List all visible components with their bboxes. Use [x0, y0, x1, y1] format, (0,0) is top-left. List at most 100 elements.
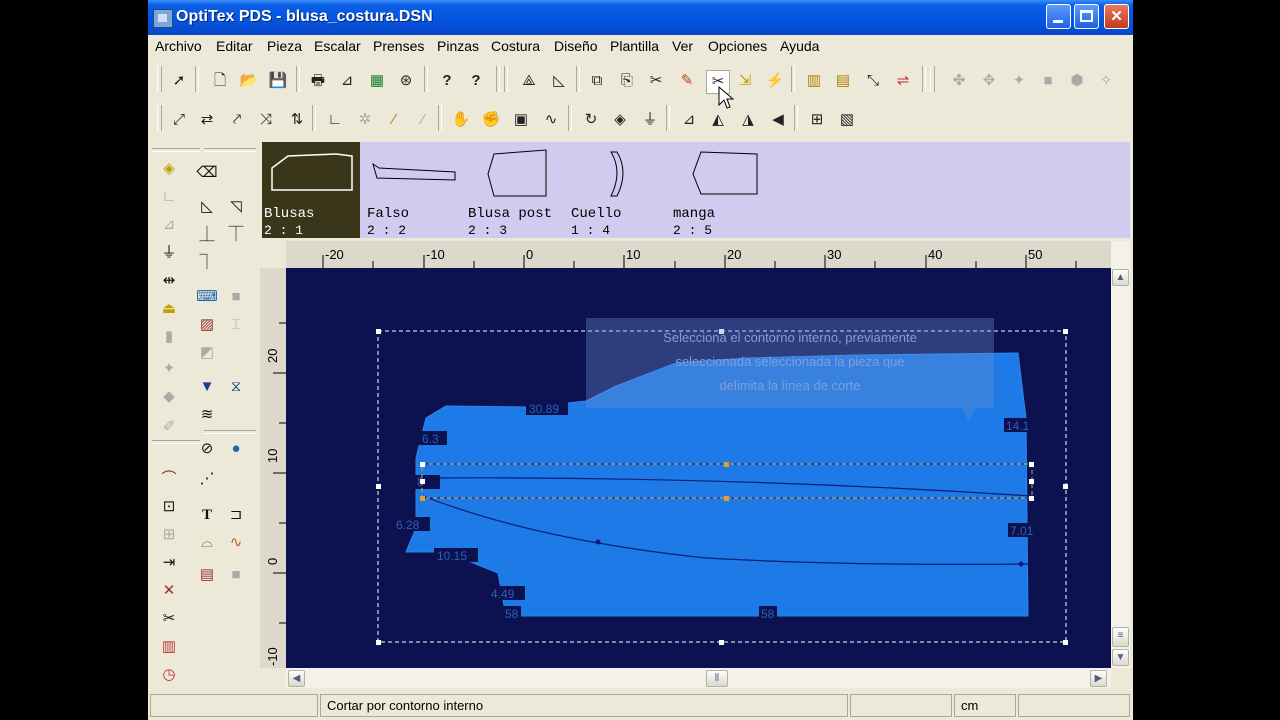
move-point-icon[interactable]: ⤢: [168, 109, 190, 131]
grade-icon[interactable]: ⊡: [158, 496, 180, 518]
pan-hand-icon[interactable]: ✋: [450, 109, 472, 131]
menu-editar[interactable]: Editar: [216, 38, 253, 54]
graded-icon[interactable]: ▥: [803, 70, 825, 92]
split-v-icon[interactable]: ⏊: [196, 224, 218, 246]
scroll-left-arrow-icon[interactable]: ◀: [288, 670, 305, 687]
line-icon[interactable]: ⋰: [196, 468, 218, 490]
scroll-up-arrow-icon[interactable]: ▲: [1112, 269, 1129, 286]
branch-icon[interactable]: ⏋: [196, 252, 218, 274]
angle-icon[interactable]: ∟: [324, 109, 346, 131]
button-icon[interactable]: ●: [225, 438, 247, 460]
compass-icon[interactable]: ⊘: [196, 438, 218, 460]
fabric-icon[interactable]: ▤: [196, 564, 218, 586]
mirror-h-icon[interactable]: ⊿: [678, 109, 700, 131]
properties-icon[interactable]: ⊛: [395, 70, 417, 92]
piece-frame-icon[interactable]: ▧: [836, 109, 858, 131]
cursor-icon[interactable]: ➚: [168, 70, 190, 92]
menu-plantilla[interactable]: Plantilla: [610, 38, 659, 54]
selection-handle[interactable]: [1063, 640, 1068, 645]
minimize-button[interactable]: [1046, 4, 1071, 29]
selection-handle[interactable]: [724, 462, 729, 467]
scroll-right-arrow-icon[interactable]: ▶: [1090, 670, 1107, 687]
selection-handle[interactable]: [1029, 462, 1034, 467]
cross-icon[interactable]: ✕: [158, 580, 180, 602]
curve-icon[interactable]: ∿: [540, 109, 562, 131]
drop-icon[interactable]: ⏚: [158, 242, 180, 264]
selection-handle[interactable]: [1029, 479, 1034, 484]
rotate-piece-icon[interactable]: ⤡: [862, 70, 884, 92]
selection-handle[interactable]: [376, 329, 381, 334]
maximize-button[interactable]: [1074, 4, 1099, 29]
label-tool-icon[interactable]: ⊐: [225, 504, 247, 526]
new-piece-icon[interactable]: ⎘: [616, 70, 638, 92]
selection-handle[interactable]: [420, 479, 425, 484]
curve-point[interactable]: [1018, 561, 1024, 567]
copy-piece-icon[interactable]: ⧉: [586, 70, 608, 92]
arc-icon[interactable]: ⌓: [196, 532, 218, 554]
split-icon[interactable]: ⚡: [764, 70, 786, 92]
selection-handle[interactable]: [724, 496, 729, 501]
scissors-icon[interactable]: ✂: [645, 70, 667, 92]
notch-icon[interactable]: ⟁: [518, 70, 540, 92]
menu-costura[interactable]: Costura: [491, 38, 540, 54]
measure-icon[interactable]: ◺: [548, 70, 570, 92]
rotate-icon[interactable]: ↻: [580, 109, 602, 131]
menu-ver[interactable]: Ver: [672, 38, 693, 54]
menu-ayuda[interactable]: Ayuda: [780, 38, 819, 54]
open-folder-icon[interactable]: 📂: [238, 70, 260, 92]
wave-icon[interactable]: ∿: [225, 532, 247, 554]
plot-icon[interactable]: ⊿: [336, 70, 358, 92]
pencil-icon[interactable]: ✎: [676, 70, 698, 92]
selection-handle[interactable]: [1063, 484, 1068, 489]
selection-handle[interactable]: [420, 496, 425, 501]
scroll-down-arrow-icon[interactable]: ▼: [1112, 649, 1129, 666]
close-button[interactable]: ✕: [1104, 4, 1129, 29]
slope-tool-icon[interactable]: ◹: [225, 196, 247, 218]
text-tool-icon[interactable]: T: [196, 504, 218, 526]
align-icon[interactable]: ⇅: [286, 109, 308, 131]
context-help-icon[interactable]: ?: [465, 70, 487, 92]
clock-icon[interactable]: ◷: [158, 664, 180, 686]
double-dart-icon[interactable]: ⧖: [225, 376, 247, 398]
parallel-icon[interactable]: ⤨: [255, 109, 277, 131]
piece-thumb-blusas[interactable]: Blusas 2 : 1: [262, 142, 360, 238]
split-h-icon[interactable]: ⏉: [225, 224, 247, 246]
selection-handle[interactable]: [1029, 496, 1034, 501]
menu-diseno[interactable]: Diseño: [554, 38, 598, 54]
app-icon[interactable]: [153, 9, 173, 28]
selection-handle[interactable]: [376, 484, 381, 489]
toolbar-grip[interactable]: [157, 105, 162, 131]
help-icon[interactable]: ?: [436, 70, 458, 92]
add-point-icon[interactable]: ⇄: [196, 109, 218, 131]
save-icon[interactable]: 💾: [267, 70, 289, 92]
trace-icon[interactable]: ⇌: [892, 70, 914, 92]
layer-icon[interactable]: ⏏: [158, 298, 180, 320]
piece-thumb-blusa-post[interactable]: Blusa post 2 : 3: [466, 142, 566, 238]
drawing-canvas[interactable]: 30.89 6.3 8 6.28 10.15 4.49 58 14.1 7.01…: [286, 268, 1111, 668]
toolbar-grip[interactable]: [157, 66, 162, 92]
pleat-icon[interactable]: ≋: [196, 404, 218, 426]
drop-point-icon[interactable]: ⏚: [639, 109, 661, 131]
cut-mark-icon[interactable]: ✂: [158, 608, 180, 630]
mirror-icon[interactable]: ◮: [737, 109, 759, 131]
move-segment-icon[interactable]: ⤤: [226, 109, 248, 131]
select-box-icon[interactable]: ▣: [510, 109, 532, 131]
pieces-icon[interactable]: ▤: [832, 70, 854, 92]
menu-pieza[interactable]: Pieza: [267, 38, 302, 54]
sewing-machine-icon[interactable]: ⌨: [196, 286, 218, 308]
mirror-v-icon[interactable]: ◭: [707, 109, 729, 131]
selection-handle[interactable]: [1063, 329, 1068, 334]
menu-escalar[interactable]: Escalar: [314, 38, 361, 54]
menu-prenses[interactable]: Prenses: [373, 38, 424, 54]
excel-icon[interactable]: ▦: [366, 70, 388, 92]
toolbar-grip[interactable]: [930, 66, 935, 92]
selection-handle[interactable]: [420, 462, 425, 467]
add-piece-icon[interactable]: ⊞: [806, 109, 828, 131]
pattern-drawing[interactable]: 30.89 6.3 8 6.28 10.15 4.49 58 14.1 7.01…: [286, 268, 1111, 668]
eraser-icon[interactable]: ⌫: [196, 162, 218, 184]
curve-point[interactable]: [595, 539, 601, 545]
flip-icon[interactable]: ◀: [767, 109, 789, 131]
piece-thumb-manga[interactable]: manga 2 : 5: [671, 142, 771, 238]
spacing-icon[interactable]: ⇹: [158, 270, 180, 292]
horizontal-scrollbar[interactable]: ◀ ⦀ ▶: [286, 668, 1111, 688]
